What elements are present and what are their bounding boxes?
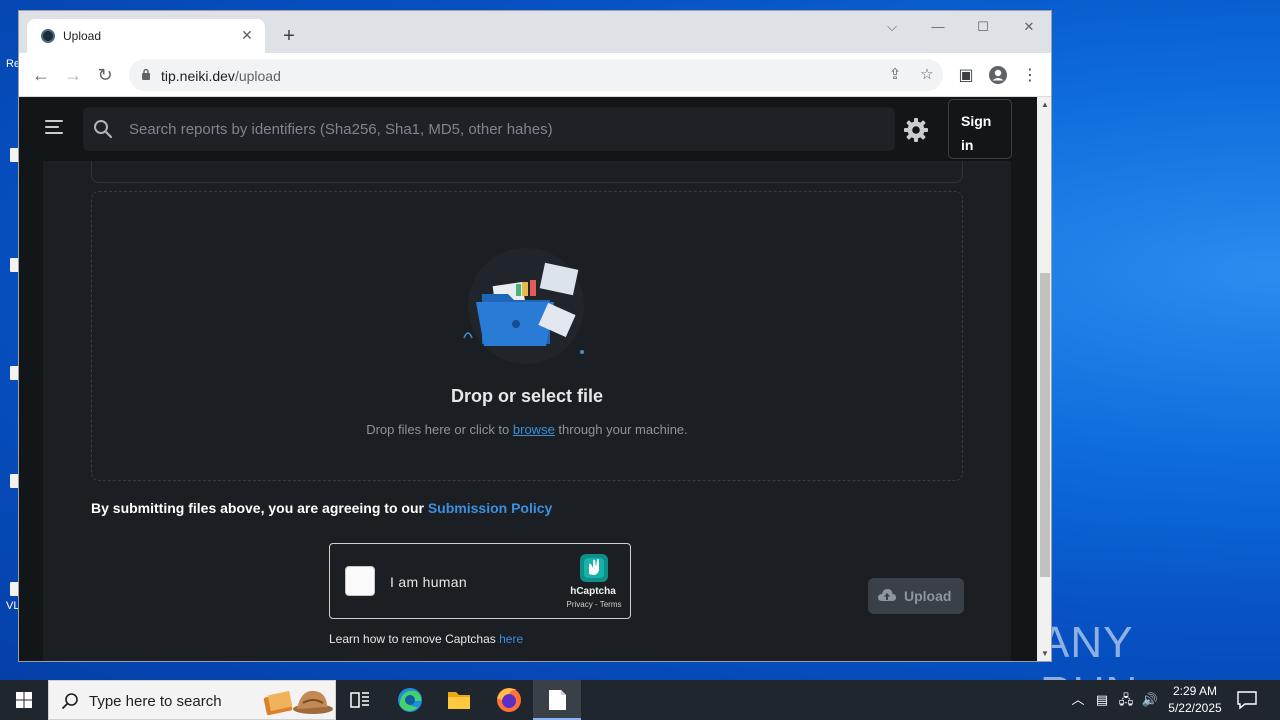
report-search-box	[83, 107, 895, 151]
captcha-privacy-terms[interactable]: Privacy - Terms	[556, 600, 632, 609]
notification-icon[interactable]	[1236, 690, 1258, 710]
hcaptcha-widget: I am human hCaptcha Privacy - Terms	[329, 543, 631, 619]
bookmark-star-icon[interactable]: ☆	[917, 65, 937, 85]
taskbar-clock[interactable]: 2:29 AM 5/22/2025	[1160, 683, 1230, 717]
new-tab-button[interactable]: +	[277, 25, 301, 49]
address-bar[interactable]: tip.neiki.dev/upload ⇪ ☆	[129, 59, 943, 91]
maximize-button[interactable]: ☐	[968, 17, 998, 37]
submission-policy-link[interactable]: Submission Policy	[428, 500, 552, 516]
hcaptcha-logo-icon	[580, 554, 608, 582]
task-view-icon	[350, 692, 369, 708]
captcha-checkbox[interactable]	[345, 566, 375, 596]
lock-icon	[142, 68, 150, 80]
folder-illustration-icon	[463, 248, 584, 364]
taskbar-active-app[interactable]	[533, 680, 581, 720]
network-icon[interactable]: 🖧	[1116, 690, 1136, 710]
taskbar-search-placeholder: Type here to search	[89, 693, 222, 710]
cloud-upload-icon	[878, 589, 896, 601]
taskbar: Type here to search ︿ ▤ 🖧 🔊 2:29 AM 5/22…	[0, 680, 1280, 720]
close-window-button[interactable]: ✕	[1014, 17, 1044, 37]
tray-app-icon[interactable]: ▤	[1092, 690, 1112, 710]
submission-policy-text: By submitting files above, you are agree…	[91, 500, 552, 516]
taskbar-search-box[interactable]: Type here to search	[48, 680, 336, 720]
hamburger-menu-icon[interactable]	[45, 119, 65, 135]
profile-avatar-icon[interactable]	[987, 65, 1009, 87]
edge-icon	[398, 688, 422, 712]
dropzone-subtitle: Drop files here or click to browse throu…	[92, 422, 962, 437]
minimize-button[interactable]: —	[923, 17, 953, 37]
taskbar-file-explorer[interactable]	[435, 680, 483, 720]
forward-button[interactable]: →	[61, 63, 85, 87]
reload-button[interactable]: ↻	[93, 63, 117, 87]
tab-upload[interactable]: Upload ✕	[27, 19, 265, 53]
upload-label: Upload	[904, 588, 952, 604]
search-icon	[94, 120, 113, 139]
folder-icon	[448, 692, 470, 709]
firefox-icon	[497, 688, 521, 712]
url-host: tip.neiki.dev	[161, 68, 235, 84]
taskbar-edge[interactable]	[386, 680, 434, 720]
site-favicon-icon	[41, 29, 55, 43]
learn-captcha-text: Learn how to remove Captchas here	[329, 632, 523, 646]
document-icon	[549, 690, 566, 710]
url-text: tip.neiki.dev/upload	[161, 68, 281, 84]
tab-search-icon[interactable]: ⌵	[877, 17, 907, 37]
clock-time: 2:29 AM	[1172, 684, 1218, 698]
desktop-icons-edge: Re VL	[0, 0, 20, 680]
learn-captcha-link[interactable]: here	[499, 632, 523, 646]
tab-strip: Upload ✕ + ⌵ — ☐ ✕	[19, 11, 1051, 53]
page-container: Drop or select file Drop files here or c…	[43, 97, 1011, 661]
task-view-button[interactable]	[336, 680, 384, 720]
dropzone-sub-before: Drop files here or click to	[366, 422, 513, 437]
browser-toolbar: ← → ↻ tip.neiki.dev/upload ⇪ ☆ ▣ ⋮	[19, 53, 1051, 97]
taskbar-search-icon	[61, 693, 78, 710]
dropzone-sub-after: through your machine.	[554, 422, 688, 437]
sign-in-button[interactable]: Sign in	[948, 99, 1012, 159]
browser-window: Upload ✕ + ⌵ — ☐ ✕ ← → ↻ tip.neiki.dev/u…	[18, 10, 1052, 662]
share-icon[interactable]: ⇪	[885, 65, 905, 85]
dropzone-title: Drop or select file	[450, 386, 604, 406]
site-header: Sign in	[19, 97, 1037, 161]
hcaptcha-brand: hCaptcha	[570, 586, 616, 597]
back-button[interactable]: ←	[29, 63, 53, 87]
tab-close-icon[interactable]: ✕	[237, 25, 257, 45]
scroll-down-arrow-icon[interactable]: ▼	[1040, 649, 1050, 659]
volume-icon[interactable]: 🔊	[1140, 690, 1160, 710]
scroll-up-arrow-icon[interactable]: ▲	[1040, 100, 1050, 110]
web-page: Drop or select file Drop files here or c…	[19, 97, 1037, 661]
gear-icon[interactable]	[903, 117, 929, 143]
windows-logo-icon	[16, 692, 32, 708]
upload-button[interactable]: Upload	[868, 578, 964, 614]
file-dropzone[interactable]: Drop or select file Drop files here or c…	[91, 191, 963, 481]
url-path: /upload	[234, 68, 281, 84]
search-highlight-icon	[263, 690, 333, 716]
page-scrollbar[interactable]: ▲ ▼	[1037, 97, 1051, 661]
policy-text: By submitting files above, you are agree…	[91, 500, 428, 516]
anyrun-watermark: ANY RUN	[1040, 608, 1240, 680]
start-button[interactable]	[0, 680, 48, 720]
tab-title: Upload	[63, 29, 102, 43]
watermark-text: ANY RUN	[1040, 618, 1137, 680]
tray-overflow-icon[interactable]: ︿	[1068, 690, 1088, 710]
clock-date: 5/22/2025	[1168, 701, 1222, 715]
learn-text: Learn how to remove Captchas	[329, 632, 500, 646]
report-search-input[interactable]	[129, 107, 869, 151]
captcha-label: I am human	[390, 574, 467, 590]
taskbar-firefox[interactable]	[485, 680, 533, 720]
browser-menu-icon[interactable]: ⋮	[1019, 65, 1041, 87]
side-panel-icon[interactable]: ▣	[955, 65, 977, 87]
scrollbar-thumb[interactable]	[1040, 273, 1050, 577]
browse-link[interactable]: browse	[513, 422, 555, 437]
